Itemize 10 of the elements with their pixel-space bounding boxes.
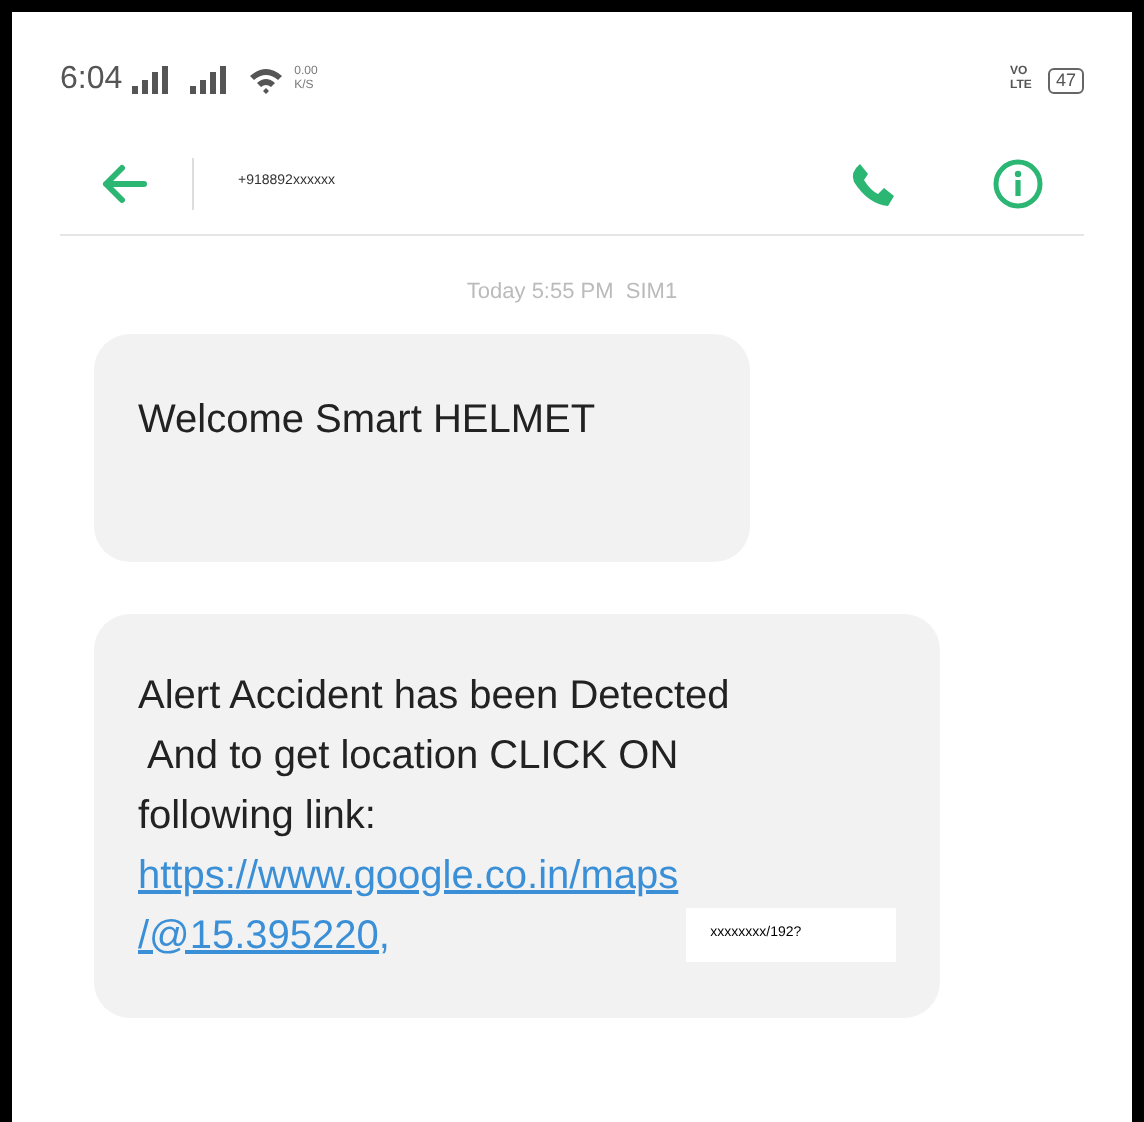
phone-icon[interactable] [848, 159, 896, 207]
message-text: Welcome Smart HELMET [138, 395, 598, 445]
info-icon[interactable] [992, 157, 1044, 209]
back-arrow-icon[interactable] [100, 163, 148, 203]
message-text: Alert Accident has been Detected And to get location CLICK ON following link: [138, 671, 732, 841]
message-timestamp: Today 5:55 PM SIM1 [466, 278, 678, 308]
wifi-icon [248, 66, 285, 94]
clock: 6:04 [60, 60, 123, 100]
battery-indicator: 47 [1047, 67, 1084, 93]
map-link[interactable]: https://www.google.co.in/maps /@15.395220, [138, 845, 679, 965]
